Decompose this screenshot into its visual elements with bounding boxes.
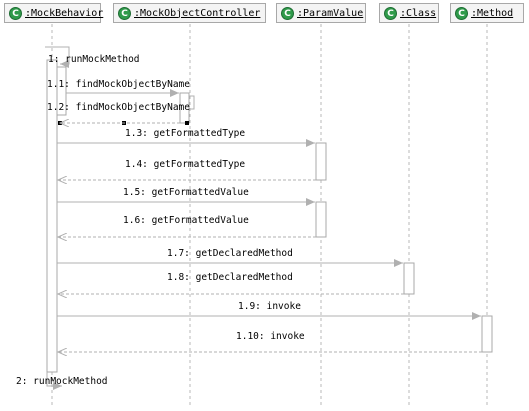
message-1-9-label: 1.9: invoke [238, 301, 301, 312]
message-1-7-label: 1.7: getDeclaredMethod [167, 248, 293, 259]
message-1-1-label: 1.1: findMockObjectByName [47, 79, 190, 90]
message-1-3-label: 1.3: getFormattedType [125, 128, 245, 139]
message-1-6-label: 1.6: getFormattedValue [123, 215, 249, 226]
activation-class[interactable] [403, 262, 415, 295]
selection-handle[interactable] [185, 121, 189, 125]
sequence-diagram: C :MockBehavior C :MockObjectController … [0, 0, 529, 411]
message-2-label: 2: runMockMethod [16, 376, 108, 387]
message-1-5-label: 1.5: getFormattedValue [123, 187, 249, 198]
message-1-4-label: 1.4: getFormattedType [125, 159, 245, 170]
activation-param-value-1[interactable] [315, 142, 327, 181]
activation-param-value-2[interactable] [315, 201, 327, 238]
message-1-8-label: 1.8: getDeclaredMethod [167, 272, 293, 283]
activation-method[interactable] [481, 315, 493, 353]
message-1-label: 1: runMockMethod [48, 54, 140, 65]
message-1-10-label: 1.10: invoke [236, 331, 305, 342]
message-1-2-label: 1.2: findMockObjectByName [47, 102, 190, 113]
diagram-canvas: 1: runMockMethod 1.1: findMockObjectByNa… [16, 24, 493, 408]
